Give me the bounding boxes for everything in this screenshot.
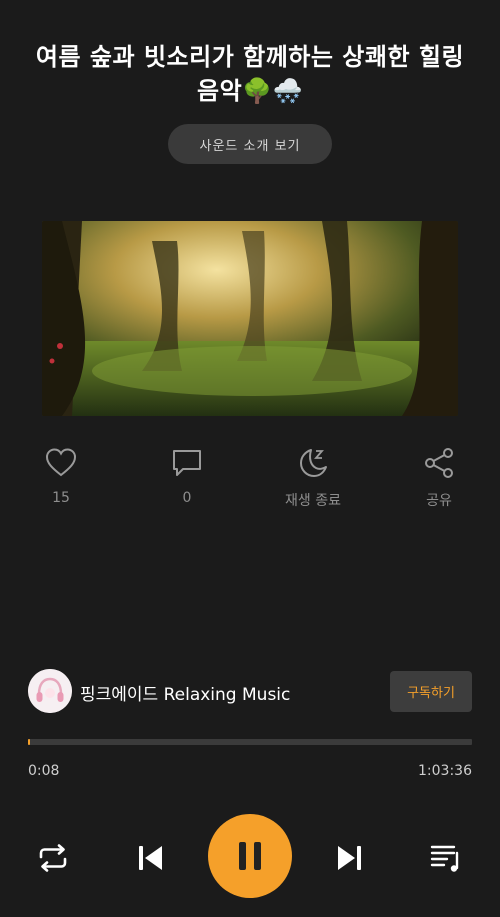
previous-button[interactable]	[130, 838, 170, 878]
comment-icon	[173, 450, 201, 476]
action-bar: 15 0 재생 종료 공유	[0, 446, 500, 516]
channel-avatar[interactable]	[28, 669, 72, 713]
sleep-timer-button[interactable]: 재생 종료	[263, 446, 363, 510]
sound-info-button[interactable]: 사운드 소개 보기	[168, 124, 332, 164]
share-label: 공유	[426, 493, 452, 509]
sleep-timer-label: 재생 종료	[285, 493, 341, 509]
total-time: 1:03:36	[418, 763, 472, 779]
playlist-button[interactable]	[426, 838, 466, 878]
heart-icon	[45, 448, 77, 477]
playlist-icon	[430, 845, 459, 872]
repeat-button[interactable]	[33, 838, 73, 878]
pause-button[interactable]	[208, 814, 292, 898]
current-time: 0:08	[28, 763, 60, 779]
pause-icon	[239, 842, 261, 870]
comment-count: 0	[182, 490, 192, 506]
playback-controls	[0, 810, 500, 900]
comment-button[interactable]: 0	[137, 446, 237, 506]
skip-next-icon	[338, 846, 361, 870]
skip-previous-icon	[139, 846, 162, 870]
share-button[interactable]: 공유	[389, 446, 489, 510]
repeat-icon	[39, 844, 67, 872]
share-icon	[425, 448, 453, 478]
headphones-logo-icon	[28, 669, 72, 713]
channel-row: 핑크에이드 Relaxing Music 구독하기	[28, 668, 472, 714]
like-count: 15	[52, 490, 70, 506]
track-artwork	[42, 221, 458, 416]
moon-sleep-icon	[300, 449, 327, 477]
like-button[interactable]: 15	[11, 446, 111, 506]
subscribe-button[interactable]: 구독하기	[390, 671, 472, 712]
progress-fill	[28, 739, 30, 745]
progress-bar[interactable]	[28, 739, 472, 745]
track-title: 여름 숲과 빗소리가 함께하는 상쾌한 힐링 음악🌳🌨️	[35, 43, 465, 105]
next-button[interactable]	[330, 838, 370, 878]
channel-name[interactable]: 핑크에이드 Relaxing Music	[80, 680, 290, 705]
